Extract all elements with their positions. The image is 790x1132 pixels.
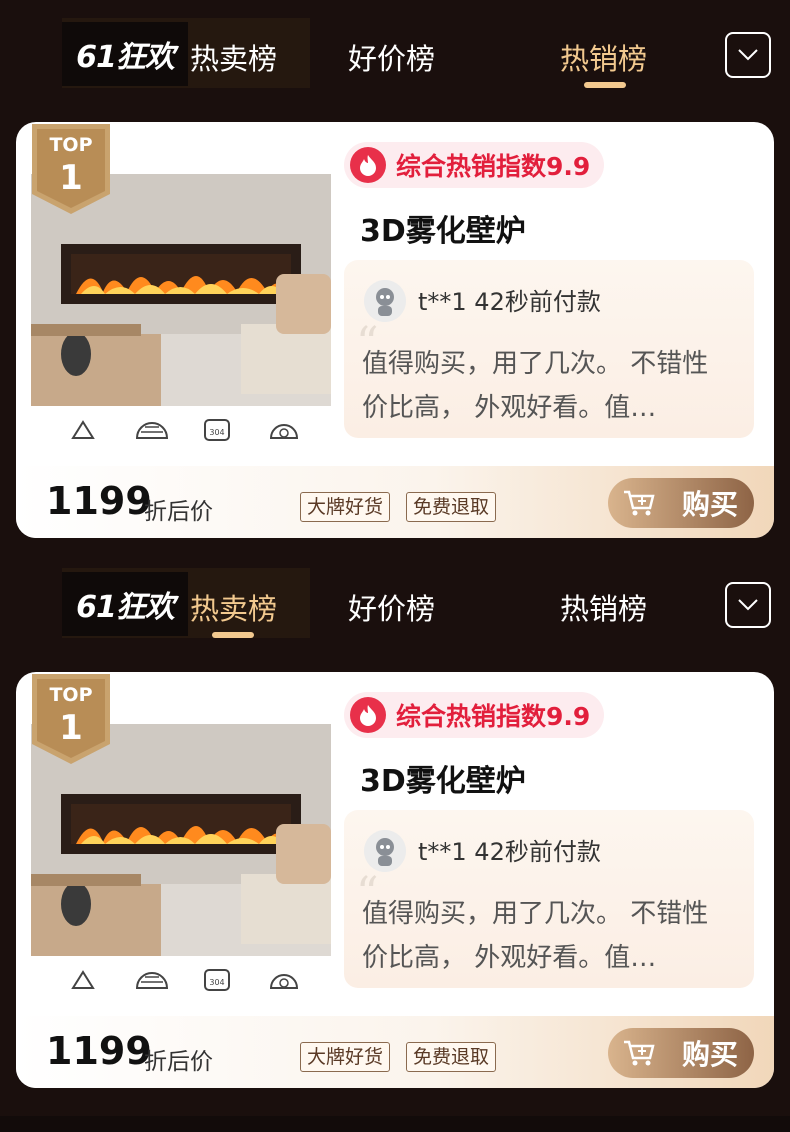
grill-icon xyxy=(135,422,169,439)
buy-button[interactable]: 购买 xyxy=(608,1028,754,1078)
flame-icon xyxy=(350,147,386,183)
flame-icon xyxy=(350,697,386,733)
hot-index-pill: 综合热销指数9.9 xyxy=(344,142,605,188)
steel-304-icon: 304 xyxy=(204,419,230,441)
ranking-tab-bar: 61狂欢 热卖榜 好价榜 热销榜 xyxy=(0,0,790,118)
top-rank-badge: TOP 1 xyxy=(32,674,110,764)
reviewer-info: t**1 42秒前付款 xyxy=(418,838,601,866)
feature-icon-row: 304 xyxy=(31,968,331,994)
review-text: 值得购买，用了几次。 不错性价比高， 外观好看。值… xyxy=(362,899,709,973)
mountain-icon xyxy=(71,420,95,439)
dropdown-button[interactable] xyxy=(725,582,771,628)
badge-rank-number: 1 xyxy=(59,708,83,748)
active-tab-indicator xyxy=(584,82,626,88)
chevron-down-icon xyxy=(738,599,758,611)
badge-top-label: TOP xyxy=(49,134,93,156)
remote-control-icon xyxy=(269,974,299,989)
mountain-icon xyxy=(71,970,95,989)
tab-hot-sale[interactable]: 热卖榜 xyxy=(190,586,277,628)
price-label: 折后价 xyxy=(144,499,213,525)
ranking-section-2: 61狂欢 热卖榜 好价榜 热销榜 304 TOP 1 综合热销指数9.9 3D雾… xyxy=(0,550,790,1100)
tab-best-selling[interactable]: 热销榜 xyxy=(560,586,647,628)
buy-label: 购买 xyxy=(681,488,738,521)
svg-text:304: 304 xyxy=(209,428,224,437)
steel-304-icon: 304 xyxy=(204,969,230,991)
ranking-tab-bar: 61狂欢 热卖榜 好价榜 热销榜 xyxy=(0,550,790,668)
review-box: t**1 42秒前付款 “ 值得购买，用了几次。 不错性价比高， 外观好看。值… xyxy=(344,810,754,988)
top-rank-badge: TOP 1 xyxy=(32,124,110,214)
tab-best-selling[interactable]: 热销榜 xyxy=(560,36,647,78)
cart-icon xyxy=(624,1040,655,1066)
price: 1199 xyxy=(46,479,152,523)
avatar xyxy=(364,280,406,322)
hot-index-text: 综合热销指数9.9 xyxy=(396,702,591,731)
product-title[interactable]: 3D雾化壁炉 xyxy=(360,206,526,250)
active-tab-indicator xyxy=(212,632,254,638)
tab-good-price[interactable]: 好价榜 xyxy=(348,586,435,628)
feature-icon-row: 304 xyxy=(31,418,331,444)
avatar xyxy=(364,830,406,872)
buy-button[interactable]: 购买 xyxy=(608,478,754,528)
svg-text:304: 304 xyxy=(209,978,224,987)
tag-brand: 大牌好货 xyxy=(300,492,391,522)
hot-index-text: 综合热销指数9.9 xyxy=(396,152,591,181)
badge-top-label: TOP xyxy=(49,684,93,706)
buy-label: 购买 xyxy=(681,1038,738,1071)
bottom-edge xyxy=(0,1116,790,1132)
reviewer-info: t**1 42秒前付款 xyxy=(418,288,601,316)
review-box: t**1 42秒前付款 “ 值得购买，用了几次。 不错性价比高， 外观好看。值… xyxy=(344,260,754,438)
price-label: 折后价 xyxy=(144,1049,213,1075)
price: 1199 xyxy=(46,1029,152,1073)
tab-good-price[interactable]: 好价榜 xyxy=(348,36,435,78)
promo-logo: 61狂欢 xyxy=(62,22,188,86)
review-text: 值得购买，用了几次。 不错性价比高， 外观好看。值… xyxy=(362,349,709,423)
tag-free-return: 免费退取 xyxy=(406,492,497,522)
tag-brand: 大牌好货 xyxy=(300,1042,391,1072)
product-card[interactable]: 304 TOP 1 综合热销指数9.9 3D雾化壁炉 t**1 42秒前付款 “… xyxy=(16,672,774,1088)
tag-free-return: 免费退取 xyxy=(406,1042,497,1072)
hot-index-pill: 综合热销指数9.9 xyxy=(344,692,605,738)
remote-control-icon xyxy=(269,424,299,439)
cart-icon xyxy=(624,490,655,516)
product-title[interactable]: 3D雾化壁炉 xyxy=(360,756,526,800)
tab-hot-sale[interactable]: 热卖榜 xyxy=(190,36,277,78)
product-card[interactable]: 304 TOP 1 综合热销指数9.9 3D雾化壁炉 t**1 42秒前付款 “… xyxy=(16,122,774,538)
badge-rank-number: 1 xyxy=(59,158,83,198)
chevron-down-icon xyxy=(738,49,758,61)
promo-logo: 61狂欢 xyxy=(62,572,188,636)
grill-icon xyxy=(135,972,169,989)
ranking-section-1: 61狂欢 热卖榜 好价榜 热销榜 304 TOP 1 综合热销指数9.9 3D雾… xyxy=(0,0,790,550)
dropdown-button[interactable] xyxy=(725,32,771,78)
